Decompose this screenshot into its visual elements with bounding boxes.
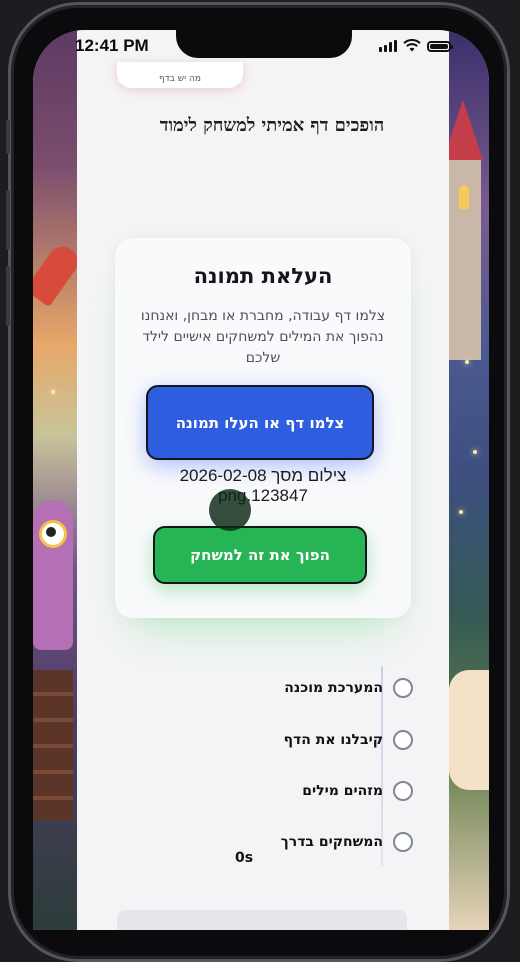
phone-volume-up-button [6, 190, 10, 250]
wifi-icon [403, 39, 421, 52]
bottom-panel-edge [117, 910, 407, 930]
sparkle-decoration [459, 510, 463, 514]
upload-photo-button-label: צלמו דף או העלו תמונה [175, 413, 345, 432]
progress-step: מזהים מילים [302, 780, 413, 802]
status-bar: 12:41 PM [33, 30, 489, 70]
main-content: מה יש בדף הופכים דף אמיתי למשחק לימוד הע… [77, 30, 449, 930]
progress-step: המערכת מוכנה [284, 677, 413, 699]
progress-step-label: המשחקים בדרך [280, 834, 383, 850]
progress-step-label: מזהים מילים [302, 783, 383, 799]
phone-screen: מה יש בדף הופכים דף אמיתי למשחק לימוד הע… [33, 30, 489, 930]
status-time: 12:41 PM [75, 36, 149, 55]
step-circle-icon [393, 781, 413, 801]
owl-pupil-illustration [46, 527, 56, 537]
convert-to-game-button[interactable]: הפוך את זה למשחק [153, 526, 367, 584]
touch-indicator [209, 489, 251, 531]
camera-notch [176, 30, 352, 58]
signal-icon [379, 40, 397, 52]
step-circle-icon [393, 832, 413, 852]
page-headline: הופכים דף אמיתי למשחק לימוד [159, 115, 385, 136]
selected-file-name: צילום מסך 2026-02-08 png.123847 [179, 466, 347, 505]
phone-volume-down-button [6, 266, 10, 326]
progress-step-label: המערכת מוכנה [284, 680, 383, 696]
elapsed-timer: 0s [235, 850, 254, 866]
sparkle-decoration [51, 390, 55, 394]
castle-roof-illustration [443, 100, 483, 160]
upload-card: העלאת תמונה צלמו דף עבודה, מחברת או מבחן… [115, 238, 411, 618]
progress-steps: המערכת מוכנה קיבלנו את הדף מזהים מילים ה… [77, 640, 449, 890]
sparkle-decoration [473, 450, 477, 454]
sparkle-decoration [465, 360, 469, 364]
step-circle-icon [393, 730, 413, 750]
upload-photo-button[interactable]: צלמו דף או העלו תמונה [146, 385, 374, 460]
battery-icon [427, 41, 453, 52]
chick-illustration [449, 670, 489, 790]
step-circle-icon [393, 678, 413, 698]
progress-step: קיבלנו את הדף [284, 729, 413, 751]
progress-step: המשחקים בדרך [281, 831, 413, 853]
convert-to-game-button-label: הפוך את זה למשחק [190, 546, 330, 564]
upload-card-title: העלאת תמונה [193, 264, 333, 288]
progress-step-label: קיבלנו את הדף [283, 732, 383, 748]
status-icons [379, 39, 453, 52]
castle-window-illustration [459, 185, 469, 209]
upload-card-description: צלמו דף עבודה, מחברת או מבחן, ואנחנו נהפ… [140, 308, 386, 366]
books-illustration [33, 670, 73, 820]
phone-side-button [6, 120, 10, 154]
